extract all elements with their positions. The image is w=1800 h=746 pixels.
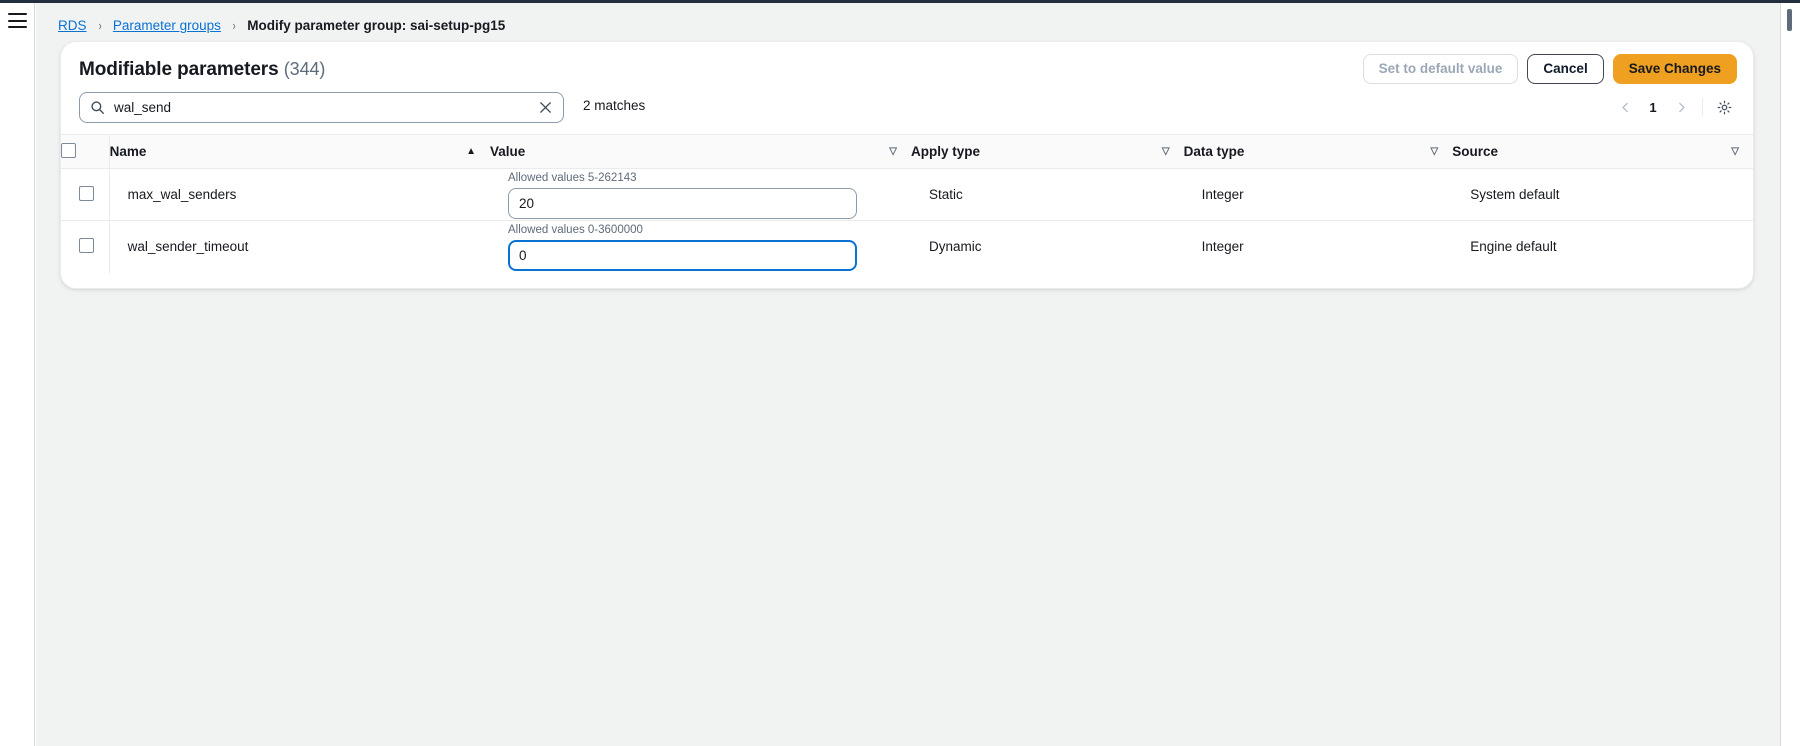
breadcrumb: RDS › Parameter groups › Modify paramete… [58, 17, 505, 35]
parameter-value-input[interactable] [508, 240, 857, 271]
parameter-apply-type: Static [911, 169, 1184, 221]
header-actions: Set to default value Cancel Save Changes [1363, 54, 1737, 84]
pagination: 1 [1612, 94, 1737, 120]
search-icon [90, 100, 105, 115]
breadcrumb-separator-icon: › [232, 17, 235, 35]
column-header-apply-type[interactable]: Apply type ▽ [911, 135, 1184, 169]
breadcrumb-item-rds[interactable]: RDS [58, 17, 87, 35]
parameter-data-type: Integer [1184, 221, 1453, 273]
parameter-apply-type: Dynamic [911, 221, 1184, 273]
allowed-values-hint: Allowed values 0-3600000 [508, 223, 911, 237]
table-row: max_wal_senders Allowed values 5-262143 … [61, 169, 1753, 221]
sort-icon: ▽ [1162, 146, 1170, 157]
parameter-value-input[interactable] [508, 188, 857, 219]
table-body: max_wal_senders Allowed values 5-262143 … [61, 169, 1753, 273]
page-title: Modifiable parameters (344) [79, 59, 325, 81]
search-box[interactable] [79, 92, 564, 123]
page-title-text: Modifiable parameters [79, 59, 279, 80]
gear-icon[interactable] [1711, 94, 1737, 120]
scrollbar-thumb[interactable] [1787, 9, 1792, 31]
parameter-data-type: Integer [1184, 169, 1453, 221]
modifiable-parameters-card: Modifiable parameters (344) Set to defau… [60, 41, 1754, 289]
sort-icon: ▽ [889, 146, 897, 157]
column-label-value: Value [490, 144, 525, 159]
right-scroll-gutter[interactable] [1780, 3, 1800, 746]
column-header-data-type[interactable]: Data type ▽ [1184, 135, 1453, 169]
page-number-1[interactable]: 1 [1640, 94, 1666, 120]
column-header-source[interactable]: Source ▽ [1452, 135, 1753, 169]
allowed-values-hint: Allowed values 5-262143 [508, 171, 911, 185]
column-header-name[interactable]: Name ▲ [109, 135, 490, 169]
breadcrumb-item-current: Modify parameter group: sai-setup-pg15 [247, 17, 505, 35]
cancel-button[interactable]: Cancel [1527, 54, 1603, 84]
row-select-cell [61, 169, 109, 221]
pagination-divider [1702, 98, 1703, 116]
row-checkbox[interactable] [79, 238, 94, 253]
close-icon[interactable] [538, 100, 553, 115]
column-label-source: Source [1452, 144, 1498, 159]
card-header: Modifiable parameters (344) Set to defau… [61, 42, 1753, 92]
breadcrumb-item-parameter-groups[interactable]: Parameter groups [113, 17, 221, 35]
page-canvas: RDS › Parameter groups › Modify paramete… [36, 3, 1780, 746]
column-label-data-type: Data type [1184, 144, 1245, 159]
column-label-name: Name [110, 144, 147, 159]
select-all-checkbox[interactable] [61, 143, 76, 158]
chevron-left-icon[interactable] [1612, 94, 1638, 120]
table-header: Name ▲ Value ▽ Apply type ▽ [61, 135, 1753, 169]
row-checkbox[interactable] [79, 186, 94, 201]
set-to-default-value-button[interactable]: Set to default value [1363, 54, 1519, 84]
sort-ascending-icon: ▲ [466, 146, 476, 157]
column-header-value[interactable]: Value ▽ [490, 135, 911, 169]
row-select-cell [61, 221, 109, 273]
table-header-row: Name ▲ Value ▽ Apply type ▽ [61, 135, 1753, 169]
select-all-header [61, 135, 109, 169]
sort-icon: ▽ [1731, 146, 1739, 157]
parameter-count: (344) [284, 59, 326, 79]
column-label-apply-type: Apply type [911, 144, 980, 159]
parameter-value-cell: Allowed values 5-262143 [490, 169, 911, 221]
search-input[interactable] [105, 100, 538, 115]
parameter-value-cell: Allowed values 0-3600000 [490, 221, 911, 273]
parameter-name: wal_sender_timeout [109, 221, 490, 273]
left-nav-rail [0, 3, 35, 746]
parameter-source: Engine default [1452, 221, 1753, 273]
breadcrumb-separator-icon: › [98, 17, 101, 35]
parameter-source: System default [1452, 169, 1753, 221]
match-count-text: 2 matches [583, 98, 645, 113]
parameters-table: Name ▲ Value ▽ Apply type ▽ [61, 134, 1753, 273]
table-row: wal_sender_timeout Allowed values 0-3600… [61, 221, 1753, 273]
parameter-name: max_wal_senders [109, 169, 490, 221]
save-changes-button[interactable]: Save Changes [1613, 54, 1737, 84]
hamburger-menu-icon[interactable] [8, 13, 27, 28]
chevron-right-icon[interactable] [1668, 94, 1694, 120]
filter-bar: 2 matches 1 [61, 92, 1753, 134]
sort-icon: ▽ [1431, 146, 1439, 157]
